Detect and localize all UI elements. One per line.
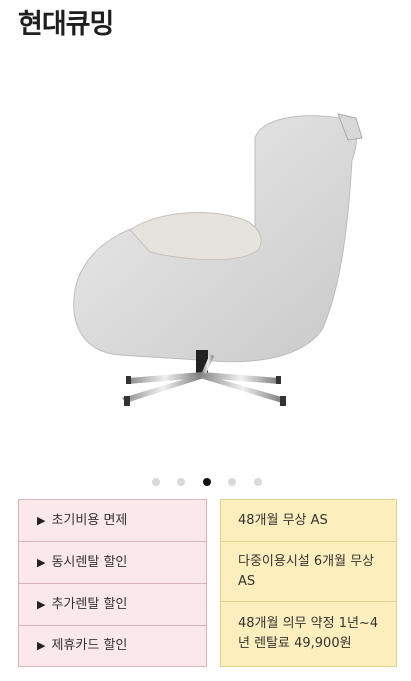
benefit-detail-list: 48개월 무상 AS 다중이용시설 6개월 무상 AS 48개월 의무 약정 1… xyxy=(220,499,397,667)
page-title: 현대큐밍 xyxy=(18,9,114,40)
benefit-label: 초기비용 면제 xyxy=(51,512,128,528)
detail-text: 48개월 무상 AS xyxy=(238,512,328,528)
detail-text: 다중이용시설 6개월 무상 AS xyxy=(238,553,375,589)
benefit-list: ▶ 초기비용 면제 ▶ 동시렌탈 할인 ▶ 추가렌탈 할인 ▶ 제휴카드 할인 xyxy=(18,499,207,667)
benefit-label: 추가렌탈 할인 xyxy=(51,596,128,612)
benefit-label: 제휴카드 할인 xyxy=(51,638,128,653)
benefit-item[interactable]: ▶ 동시렌탈 할인 xyxy=(19,542,206,584)
detail-item: 48개월 무상 AS xyxy=(221,500,396,542)
benefit-item[interactable]: ▶ 추가렌탈 할인 xyxy=(19,584,206,626)
detail-item: 48개월 의무 약정 1년~4년 렌탈료 49,900원 xyxy=(221,602,396,666)
triangle-right-icon: ▶ xyxy=(37,555,46,569)
carousel-indicator xyxy=(0,476,411,488)
triangle-right-icon: ▶ xyxy=(37,513,46,527)
carousel-dot-active[interactable] xyxy=(203,478,211,486)
benefit-item[interactable]: ▶ 제휴카드 할인 xyxy=(19,626,206,666)
benefit-item[interactable]: ▶ 초기비용 면제 xyxy=(19,500,206,542)
product-image xyxy=(73,113,363,406)
detail-text: 48개월 의무 약정 1년~4년 렌탈료 49,900원 xyxy=(238,616,379,651)
triangle-right-icon: ▶ xyxy=(37,597,46,611)
triangle-right-icon: ▶ xyxy=(37,639,46,652)
carousel-dot[interactable] xyxy=(228,478,236,486)
detail-item: 다중이용시설 6개월 무상 AS xyxy=(221,542,396,602)
carousel-dot[interactable] xyxy=(254,478,262,486)
carousel-dot[interactable] xyxy=(152,478,160,486)
carousel-dot[interactable] xyxy=(177,478,185,486)
benefit-label: 동시렌탈 할인 xyxy=(51,554,128,570)
